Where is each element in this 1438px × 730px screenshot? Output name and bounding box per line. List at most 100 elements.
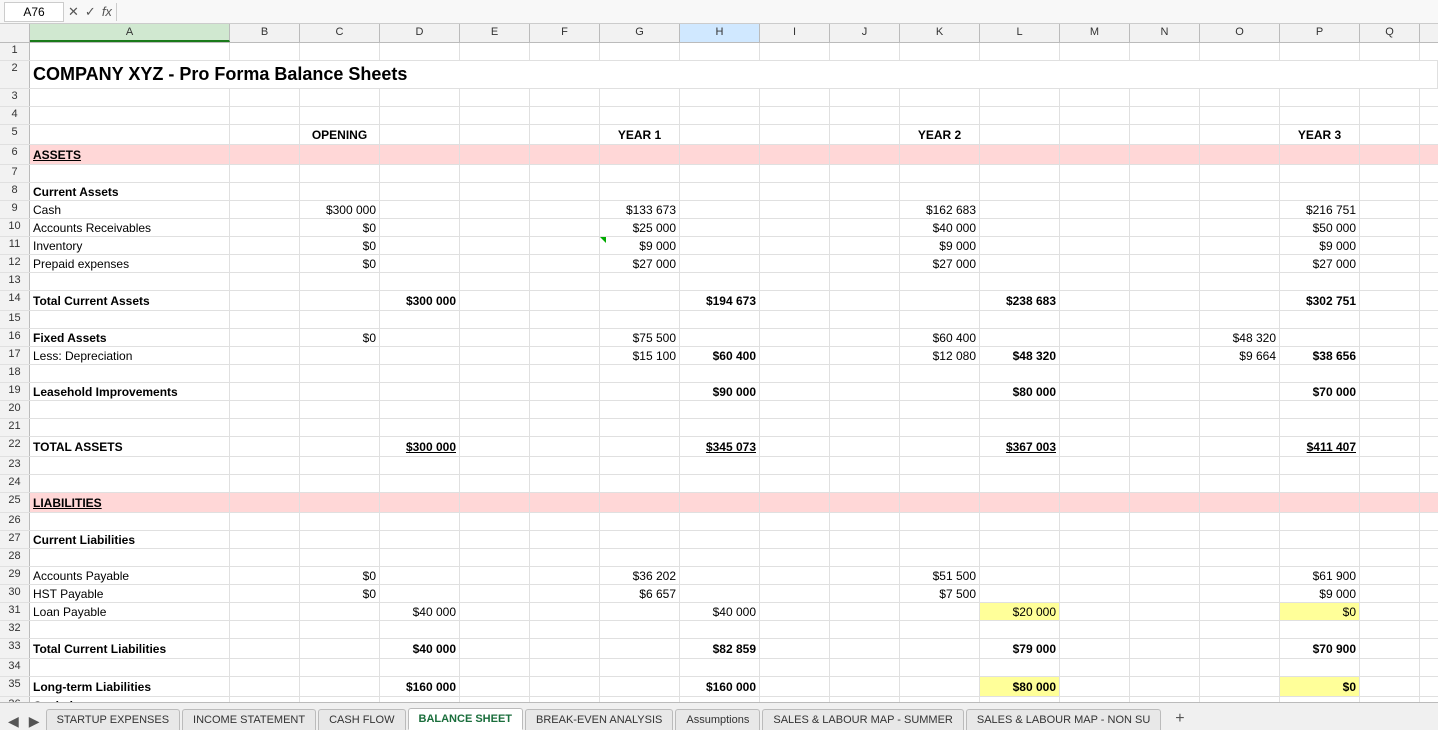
cell-ar-opening[interactable]: $0 (300, 219, 380, 236)
cell-ap-label[interactable]: Accounts Payable (30, 567, 230, 584)
cell-g1[interactable] (600, 43, 680, 60)
cell-fixed-yr2[interactable]: $60 400 (900, 329, 980, 346)
cell-inv-yr2[interactable]: $9 000 (900, 237, 980, 254)
col-header-q[interactable]: Q (1360, 24, 1420, 42)
cell-total-cl-opening[interactable]: $40 000 (380, 639, 460, 658)
cell-liabilities[interactable]: LIABILITIES (30, 493, 230, 512)
cell-loan-label[interactable]: Loan Payable (30, 603, 230, 620)
cell-total-cl-label[interactable]: Total Current Liabilities (30, 639, 230, 658)
col-header-c[interactable]: C (300, 24, 380, 42)
cell-depr-yr2-k[interactable]: $12 080 (900, 347, 980, 364)
tab-scroll-right[interactable]: ▶ (25, 713, 44, 730)
col-header-m[interactable]: M (1060, 24, 1130, 42)
tab-sales-labour-summer[interactable]: SALES & LABOUR MAP - SUMMER (762, 709, 964, 730)
tab-scroll-left[interactable]: ◀ (4, 713, 23, 730)
cell-loan-opening[interactable]: $40 000 (380, 603, 460, 620)
col-header-b[interactable]: B (230, 24, 300, 42)
cell-depr-yr1-h[interactable]: $60 400 (680, 347, 760, 364)
cell-hst-opening[interactable]: $0 (300, 585, 380, 602)
cell-hst-yr1[interactable]: $6 657 (600, 585, 680, 602)
cell-l1[interactable] (980, 43, 1060, 60)
cell-fixed-assets-label[interactable]: Fixed Assets (30, 329, 230, 346)
cell-total-assets-yr1[interactable]: $345 073 (680, 437, 760, 456)
tab-cash-flow[interactable]: CASH FLOW (318, 709, 405, 730)
cell-year1-header[interactable]: YEAR 1 (600, 125, 680, 144)
cell-ar-yr1[interactable]: $25 000 (600, 219, 680, 236)
cell-lt-liab-opening[interactable]: $160 000 (380, 677, 460, 696)
confirm-icon[interactable]: ✓ (85, 4, 96, 20)
cell-ap-yr1[interactable]: $36 202 (600, 567, 680, 584)
cell-lt-liab-yr1[interactable]: $160 000 (680, 677, 760, 696)
col-header-e[interactable]: E (460, 24, 530, 42)
cell-cash-yr2[interactable]: $162 683 (900, 201, 980, 218)
cell-cash-yr3[interactable]: $216 751 (1280, 201, 1360, 218)
cell-cash-yr1[interactable]: $133 673 (600, 201, 680, 218)
tab-startup-expenses[interactable]: STARTUP EXPENSES (46, 709, 180, 730)
cell-depr-yr2-l[interactable]: $48 320 (980, 347, 1060, 364)
cell-inv-label[interactable]: Inventory (30, 237, 230, 254)
col-header-g[interactable]: G (600, 24, 680, 42)
cell-c1[interactable] (300, 43, 380, 60)
formula-input[interactable] (116, 3, 1434, 21)
cell-total-assets-label[interactable]: TOTAL ASSETS (30, 437, 230, 456)
cell-j1[interactable] (830, 43, 900, 60)
col-header-h[interactable]: H (680, 24, 760, 42)
col-header-p[interactable]: P (1280, 24, 1360, 42)
cell-fixed-yr3-o[interactable]: $48 320 (1200, 329, 1280, 346)
col-header-o[interactable]: O (1200, 24, 1280, 42)
tab-income-statement[interactable]: INCOME STATEMENT (182, 709, 316, 730)
cell-loan-yr1[interactable]: $40 000 (680, 603, 760, 620)
col-header-i[interactable]: I (760, 24, 830, 42)
cell-current-liabilities-label[interactable]: Current Liabilities (30, 531, 230, 548)
cell-total-cl-yr2[interactable]: $79 000 (980, 639, 1060, 658)
tab-sales-labour-non-su[interactable]: SALES & LABOUR MAP - NON SU (966, 709, 1161, 730)
cell-inv-yr1[interactable]: $9 000 (600, 237, 680, 254)
cell-lt-liab-label[interactable]: Long-term Liabilities (30, 677, 230, 696)
cell-total-ca-opening[interactable]: $300 000 (380, 291, 460, 310)
cell-total-ca-yr3[interactable]: $302 751 (1280, 291, 1360, 310)
cell-depr-yr3-p[interactable]: $38 656 (1280, 347, 1360, 364)
col-header-r[interactable]: R (1420, 24, 1438, 42)
col-header-f[interactable]: F (530, 24, 600, 42)
cell-leasehold-yr2[interactable]: $80 000 (980, 383, 1060, 400)
cell-year2-header[interactable]: YEAR 2 (900, 125, 980, 144)
cell-ar-yr2[interactable]: $40 000 (900, 219, 980, 236)
cell-prepaid-yr1[interactable]: $27 000 (600, 255, 680, 272)
cell-cash-opening[interactable]: $300 000 (300, 201, 380, 218)
cell-prepaid-yr2[interactable]: $27 000 (900, 255, 980, 272)
cell-reference-box[interactable] (4, 2, 64, 22)
cell-prepaid-label[interactable]: Prepaid expenses (30, 255, 230, 272)
cell-ar-label[interactable]: Accounts Receivables (30, 219, 230, 236)
cell-n1[interactable] (1130, 43, 1200, 60)
cell-hst-label[interactable]: HST Payable (30, 585, 230, 602)
cell-lt-liab-yr2[interactable]: $80 000 (980, 677, 1060, 696)
cell-prepaid-opening[interactable]: $0 (300, 255, 380, 272)
col-header-k[interactable]: K (900, 24, 980, 42)
cell-k1[interactable] (900, 43, 980, 60)
cell-leasehold-yr3[interactable]: $70 000 (1280, 383, 1360, 400)
cancel-icon[interactable]: ✕ (68, 4, 79, 20)
cell-e1[interactable] (460, 43, 530, 60)
cell-b1[interactable] (230, 43, 300, 60)
cell-d1[interactable] (380, 43, 460, 60)
cell-total-ca-yr2[interactable]: $238 683 (980, 291, 1060, 310)
cell-i1[interactable] (760, 43, 830, 60)
col-header-l[interactable]: L (980, 24, 1060, 42)
tab-assumptions[interactable]: Assumptions (675, 709, 760, 730)
cell-total-assets-yr2[interactable]: $367 003 (980, 437, 1060, 456)
cell-a3[interactable] (30, 89, 230, 106)
cell-depr-label[interactable]: Less: Depreciation (30, 347, 230, 364)
cell-r1[interactable] (1420, 43, 1438, 60)
cell-leasehold-label[interactable]: Leasehold Improvements (30, 383, 230, 400)
cell-total-cl-yr3[interactable]: $70 900 (1280, 639, 1360, 658)
col-header-a[interactable]: A (30, 24, 230, 42)
cell-leasehold-yr1[interactable]: $90 000 (680, 383, 760, 400)
cell-depr-yr3-o[interactable]: $9 664 (1200, 347, 1280, 364)
cell-cash-label[interactable]: Cash (30, 201, 230, 218)
cell-o1[interactable] (1200, 43, 1280, 60)
cell-total-cl-yr1[interactable]: $82 859 (680, 639, 760, 658)
col-header-n[interactable]: N (1130, 24, 1200, 42)
cell-f1[interactable] (530, 43, 600, 60)
cell-fixed-opening[interactable]: $0 (300, 329, 380, 346)
cell-depr-yr1-g[interactable]: $15 100 (600, 347, 680, 364)
